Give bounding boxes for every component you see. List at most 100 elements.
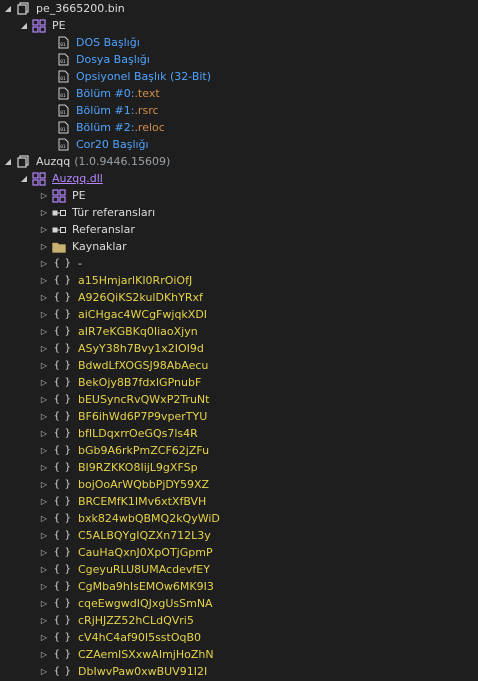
namespace-label: bojOoArWQbbPjDY59XZ — [78, 478, 210, 491]
namespace-braces-icon: { } — [53, 394, 71, 405]
tree-node-namespace[interactable]: ▷ { } aiCHgac4WCgFwjqkXDI — [0, 306, 478, 323]
namespace-label: A926QiKS2kulDKhYRxf — [78, 291, 203, 304]
expand-arrow-icon[interactable]: ▷ — [39, 459, 49, 476]
tree-node-cor20-header[interactable]: 01 Cor20 Başlığı — [0, 136, 478, 153]
expand-arrow-icon[interactable]: ▷ — [39, 408, 49, 425]
expand-arrow-icon[interactable]: ▷ — [39, 289, 49, 306]
tree-node-type-references[interactable]: ▷ Tür referansları — [0, 204, 478, 221]
tree-node-namespace[interactable]: ▷ { } bojOoArWQbbPjDY59XZ — [0, 476, 478, 493]
expand-arrow-icon[interactable]: ▷ — [39, 629, 49, 646]
expand-arrow-icon[interactable]: ▷ — [39, 578, 49, 595]
namespace-label: BekOjy8B7fdxIGPnubF — [78, 376, 202, 389]
expand-arrow-icon[interactable]: ▷ — [39, 544, 49, 561]
expand-arrow-icon[interactable]: ▷ — [39, 391, 49, 408]
expand-arrow-icon[interactable]: ▷ — [39, 595, 49, 612]
tree-node-namespace[interactable]: ▷ { } BI9RZKKO8IijL9gXFSp — [0, 459, 478, 476]
expand-arrow-icon[interactable]: ▷ — [39, 663, 49, 680]
tree-node-assembly[interactable]: ◢ Auzqq (1.0.9446.15609) — [0, 153, 478, 170]
expand-arrow-icon[interactable]: ▷ — [39, 527, 49, 544]
tree-node-namespace[interactable]: ▷ { } ASyY38h7Bvy1x2IOI9d — [0, 340, 478, 357]
folder-icon — [52, 240, 66, 254]
expand-arrow-icon[interactable]: ▷ — [39, 187, 49, 204]
expand-arrow-icon[interactable]: ▷ — [39, 493, 49, 510]
expand-arrow-icon[interactable]: ▷ — [39, 221, 49, 238]
namespace-braces-icon: { } — [53, 666, 71, 677]
tree-node-namespace[interactable]: ▷ { } - — [0, 255, 478, 272]
tree-node-namespace[interactable]: ▷ { } a15HmjarlKI0RrOiOfJ — [0, 272, 478, 289]
tree-node-namespace[interactable]: ▷ { } CgMba9hIsEMOw6MK9I3 — [0, 578, 478, 595]
collapse-arrow-icon[interactable]: ◢ — [19, 17, 29, 34]
namespace-braces-icon: { } — [53, 462, 71, 473]
tree-node-section-0[interactable]: 01 Bölüm #0: .text — [0, 85, 478, 102]
expand-arrow-icon[interactable]: ▷ — [39, 646, 49, 663]
expand-arrow-icon[interactable]: ▷ — [39, 374, 49, 391]
collapse-arrow-icon[interactable]: ◢ — [19, 170, 29, 187]
tree-node-namespace[interactable]: ▷ { } bfILDqxrrOeGQs7ls4R — [0, 425, 478, 442]
expand-arrow-icon[interactable]: ▷ — [39, 510, 49, 527]
svg-text:01: 01 — [60, 110, 66, 116]
tree-node-dos-header[interactable]: 01 DOS Başlığı — [0, 34, 478, 51]
tree-node-namespace[interactable]: ▷ { } A926QiKS2kulDKhYRxf — [0, 289, 478, 306]
module-name: Auzqq.dll — [52, 172, 103, 185]
tree-node-namespace[interactable]: ▷ { } BF6ihWd6P7P9vperTYU — [0, 408, 478, 425]
expand-arrow-icon[interactable]: ▷ — [39, 442, 49, 459]
references-label: Referanslar — [72, 223, 135, 236]
namespace-braces-icon: { } — [53, 326, 71, 337]
svg-text:01: 01 — [60, 76, 66, 82]
tree-node-namespace[interactable]: ▷ { } CgeyuRLU8UMAcdevfEY — [0, 561, 478, 578]
tree-node-namespace[interactable]: ▷ { } CauHaQxnJ0XpOTjGpmP — [0, 544, 478, 561]
file-header-label: Dosya Başlığı — [76, 53, 150, 66]
namespace-braces-icon: { } — [53, 564, 71, 575]
namespace-braces-icon: { } — [53, 292, 71, 303]
expand-arrow-icon[interactable]: ▷ — [39, 204, 49, 221]
expand-arrow-icon[interactable]: ▷ — [39, 255, 49, 272]
expand-arrow-icon[interactable]: ▷ — [39, 612, 49, 629]
binary-file-icon: 01 — [56, 121, 70, 135]
tree-node-namespace[interactable]: ▷ { } CZAemISXxwAImjHoZhN — [0, 646, 478, 663]
namespace-braces-icon: { } — [53, 360, 71, 371]
tree-node-section-2[interactable]: 01 Bölüm #2: .reloc — [0, 119, 478, 136]
tree-node-namespace[interactable]: ▷ { } DbIwvPaw0xwBUV91I2I — [0, 663, 478, 680]
tree-node-namespace[interactable]: ▷ { } bxk824wbQBMQ2kQyWiD — [0, 510, 478, 527]
tree-node-module-pe[interactable]: ▷ PE — [0, 187, 478, 204]
section-label: Bölüm #1: — [76, 104, 135, 117]
file-name: pe_3665200.bin — [36, 2, 125, 15]
tree-node-resources[interactable]: ▷ Kaynaklar — [0, 238, 478, 255]
expand-arrow-icon[interactable]: ▷ — [39, 323, 49, 340]
tree-node-namespace[interactable]: ▷ { } BekOjy8B7fdxIGPnubF — [0, 374, 478, 391]
namespace-braces-icon: { } — [53, 547, 71, 558]
expand-arrow-icon[interactable]: ▷ — [39, 272, 49, 289]
namespace-label: BRCEMfK1IMv6xtXfBVH — [78, 495, 207, 508]
tree-node-file-header[interactable]: 01 Dosya Başlığı — [0, 51, 478, 68]
tree-node-file[interactable]: ◢ pe_3665200.bin — [0, 0, 478, 17]
collapse-arrow-icon[interactable]: ◢ — [3, 153, 13, 170]
namespace-braces-icon: { } — [53, 309, 71, 320]
pe-label: PE — [52, 19, 66, 32]
namespace-label: bxk824wbQBMQ2kQyWiD — [78, 512, 220, 525]
expand-arrow-icon[interactable]: ▷ — [39, 340, 49, 357]
tree-node-namespace[interactable]: ▷ { } aIR7eKGBKq0IiaoXjyn — [0, 323, 478, 340]
tree-node-namespace[interactable]: ▷ { } bEUSyncRvQWxP2TruNt — [0, 391, 478, 408]
tree-node-namespace[interactable]: ▷ { } cV4hC4af90I5sstOqB0 — [0, 629, 478, 646]
tree-node-optional-header[interactable]: 01 Opsiyonel Başlık (32-Bit) — [0, 68, 478, 85]
namespace-label: bfILDqxrrOeGQs7ls4R — [78, 427, 198, 440]
expand-arrow-icon[interactable]: ▷ — [39, 357, 49, 374]
tree-node-section-1[interactable]: 01 Bölüm #1: .rsrc — [0, 102, 478, 119]
expand-arrow-icon[interactable]: ▷ — [39, 306, 49, 323]
expand-arrow-icon[interactable]: ▷ — [39, 425, 49, 442]
module-icon — [32, 171, 46, 186]
tree-node-module[interactable]: ◢ Auzqq.dll — [0, 170, 478, 187]
expand-arrow-icon[interactable]: ▷ — [39, 476, 49, 493]
tree-node-namespace[interactable]: ▷ { } cRjHJZZ52hCLdQVri5 — [0, 612, 478, 629]
collapse-arrow-icon[interactable]: ◢ — [3, 0, 13, 17]
namespace-braces-icon: { } — [53, 598, 71, 609]
tree-node-namespace[interactable]: ▷ { } C5ALBQYgIQZXn712L3y — [0, 527, 478, 544]
tree-node-namespace[interactable]: ▷ { } bGb9A6rkPmZCF62jZFu — [0, 442, 478, 459]
expand-arrow-icon[interactable]: ▷ — [39, 238, 49, 255]
tree-node-references[interactable]: ▷ Referanslar — [0, 221, 478, 238]
tree-node-namespace[interactable]: ▷ { } BdwdLfXOGSJ98AbAecu — [0, 357, 478, 374]
tree-node-namespace[interactable]: ▷ { } cqeEwgwdIQJxgUsSmNA — [0, 595, 478, 612]
tree-node-namespace[interactable]: ▷ { } BRCEMfK1IMv6xtXfBVH — [0, 493, 478, 510]
tree-node-pe[interactable]: ◢ PE — [0, 17, 478, 34]
expand-arrow-icon[interactable]: ▷ — [39, 561, 49, 578]
